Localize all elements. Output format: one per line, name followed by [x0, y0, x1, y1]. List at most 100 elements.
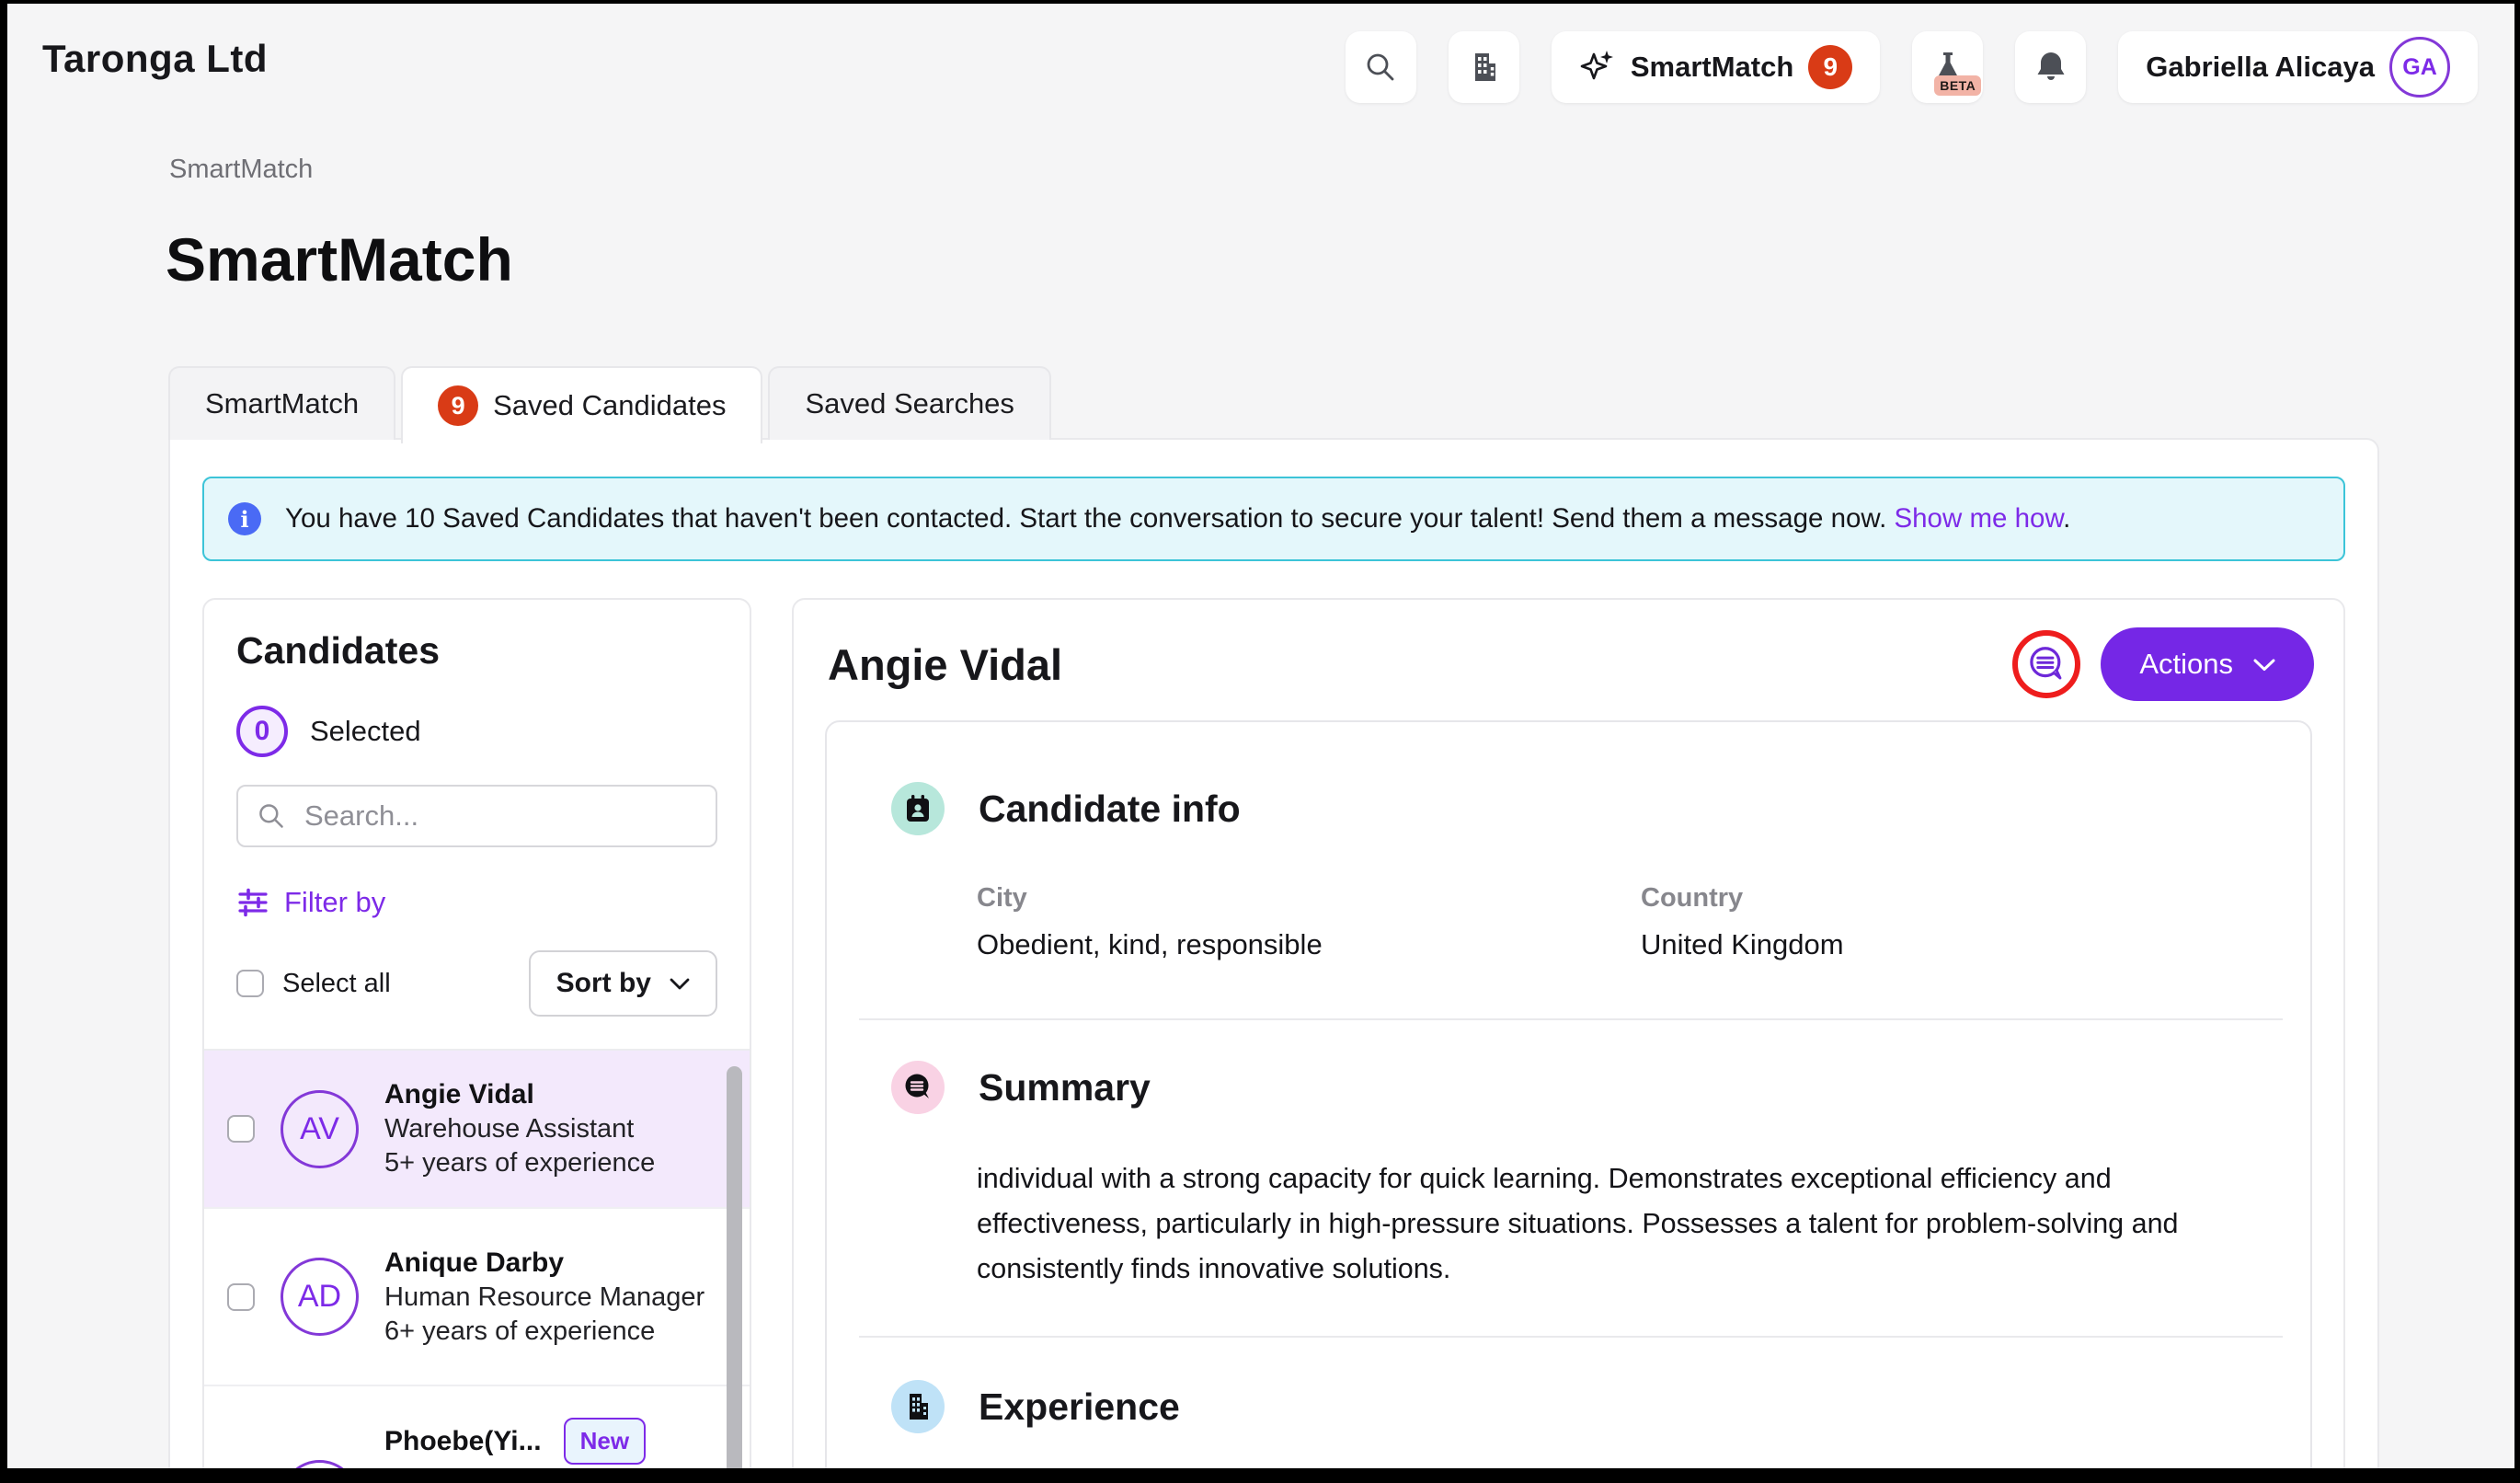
contact-card-icon	[891, 782, 945, 835]
beta-badge: BETA	[1934, 75, 1981, 96]
candidate-text: Phoebe(Yi... New Human Resource	[384, 1418, 646, 1468]
experience-section-header: Experience	[891, 1380, 2310, 1433]
candidate-experience: 6+ years of experience	[384, 1316, 655, 1346]
smartmatch-nav-label: SmartMatch	[1631, 51, 1793, 84]
candidate-row-phoebe[interactable]: Phoebe(Yi... New Human Resource	[204, 1386, 750, 1468]
tab-label: Saved Searches	[805, 387, 1014, 420]
breadcrumb[interactable]: SmartMatch	[169, 155, 313, 185]
candidate-checkbox[interactable]	[227, 1283, 255, 1311]
summary-section-header: Summary	[891, 1061, 2310, 1114]
info-banner: i You have 10 Saved Candidates that have…	[202, 477, 2345, 561]
show-me-how-link[interactable]: Show me how	[1894, 503, 2063, 534]
sort-by-label: Sort by	[556, 968, 651, 999]
filter-sliders-icon	[236, 886, 269, 919]
selected-count-badge: 0	[236, 706, 288, 757]
candidate-row-angie-vidal[interactable]: AV Angie Vidal Warehouse Assistant 5+ ye…	[204, 1051, 750, 1209]
candidate-row-anique-darby[interactable]: AD Anique Darby Human Resource Manager 6…	[204, 1209, 750, 1386]
user-menu[interactable]: Gabriella Alicaya GA	[2118, 31, 2478, 103]
summary-heading: Summary	[979, 1066, 1151, 1109]
candidate-detail-card: Angie Vidal Actions Candidate	[792, 598, 2345, 1468]
candidates-title: Candidates	[236, 629, 750, 673]
tab-bar: SmartMatch 9 Saved Candidates Saved Sear…	[168, 366, 1051, 443]
tab-saved-candidates-badge: 9	[438, 385, 478, 426]
smartmatch-nav-button[interactable]: SmartMatch 9	[1552, 31, 1880, 103]
candidate-avatar: AD	[281, 1258, 359, 1336]
search-icon	[1364, 51, 1397, 84]
new-badge: New	[564, 1418, 646, 1465]
country-label: Country	[1641, 883, 2310, 914]
select-all-label: Select all	[282, 969, 391, 999]
candidate-text: Angie Vidal Warehouse Assistant 5+ years…	[384, 1077, 655, 1180]
banner-text: You have 10 Saved Candidates that haven'…	[285, 503, 2070, 535]
city-value: Obedient, kind, responsible	[977, 928, 1641, 961]
section-divider	[859, 1018, 2283, 1020]
candidate-info-heading: Candidate info	[979, 787, 1241, 831]
building-icon	[1466, 50, 1501, 85]
detail-header: Angie Vidal Actions	[828, 627, 2314, 701]
speech-bubble-icon	[891, 1061, 945, 1114]
select-all-checkbox[interactable]	[236, 970, 264, 997]
tab-saved-searches[interactable]: Saved Searches	[768, 366, 1050, 440]
content-panel: i You have 10 Saved Candidates that have…	[168, 438, 2379, 1468]
candidate-experience: 5+ years of experience	[384, 1148, 655, 1178]
candidate-checkbox[interactable]	[227, 1115, 255, 1143]
candidate-name: Angie Vidal	[384, 1079, 534, 1109]
actions-label: Actions	[2139, 648, 2233, 681]
smartmatch-nav-badge: 9	[1808, 45, 1852, 89]
user-avatar: GA	[2389, 37, 2450, 98]
tab-smartmatch[interactable]: SmartMatch	[168, 366, 395, 440]
banner-suffix: .	[2063, 503, 2070, 534]
summary-text: individual with a strong capacity for qu…	[977, 1156, 2214, 1292]
selected-count-row: 0 Selected	[236, 706, 750, 757]
candidate-list: AV Angie Vidal Warehouse Assistant 5+ ye…	[204, 1049, 750, 1468]
tab-label: SmartMatch	[205, 387, 359, 420]
tab-saved-candidates[interactable]: 9 Saved Candidates	[401, 366, 762, 443]
detail-title: Angie Vidal	[828, 639, 1062, 690]
candidate-detail-sections: Candidate info City Obedient, kind, resp…	[825, 720, 2312, 1468]
company-directory-button[interactable]	[1449, 31, 1519, 103]
filter-by-button[interactable]: Filter by	[236, 886, 750, 919]
building-icon	[891, 1380, 945, 1433]
candidate-text: Anique Darby Human Resource Manager 6+ y…	[384, 1246, 704, 1349]
sparkles-icon	[1579, 49, 1616, 86]
candidate-avatar	[281, 1460, 359, 1468]
labs-beta-button[interactable]: BETA	[1912, 31, 1983, 103]
company-logo: Taronga Ltd	[42, 37, 268, 81]
city-label: City	[977, 883, 1641, 914]
candidate-role: Warehouse Assistant	[384, 1114, 634, 1144]
candidate-role: Human Resource	[384, 1466, 592, 1468]
candidate-info-section-header: Candidate info	[891, 782, 2310, 835]
candidate-search[interactable]	[236, 785, 717, 847]
info-icon: i	[228, 502, 261, 535]
search-button[interactable]	[1346, 31, 1416, 103]
candidates-list-card: Candidates 0 Selected Filter by Select	[202, 598, 751, 1468]
candidate-name: Anique Darby	[384, 1247, 564, 1278]
page-title: SmartMatch	[166, 224, 513, 294]
list-scrollbar[interactable]	[727, 1066, 742, 1468]
select-all-row: Select all Sort by	[236, 950, 717, 1017]
actions-button[interactable]: Actions	[2101, 627, 2314, 701]
chevron-down-icon	[2253, 658, 2275, 672]
tab-label: Saved Candidates	[493, 389, 726, 422]
banner-message: You have 10 Saved Candidates that haven'…	[285, 503, 1886, 534]
app-page: Taronga Ltd SmartMatch 9 BETA	[7, 4, 2514, 1468]
experience-heading: Experience	[979, 1385, 1180, 1429]
candidate-role: Human Resource Manager	[384, 1282, 704, 1312]
sort-by-button[interactable]: Sort by	[529, 950, 717, 1017]
search-icon	[257, 801, 286, 831]
chevron-down-icon	[670, 977, 690, 990]
bell-icon	[2033, 50, 2068, 85]
candidate-name: Phoebe(Yi...	[384, 1424, 542, 1458]
notifications-button[interactable]	[2015, 31, 2086, 103]
section-divider	[859, 1336, 2283, 1338]
search-input[interactable]	[303, 799, 697, 833]
user-name: Gabriella Alicaya	[2146, 51, 2375, 84]
header-actions: SmartMatch 9 BETA Gabriella Alicaya GA	[1346, 31, 2478, 103]
candidate-info-fields: City Obedient, kind, responsible Country…	[977, 883, 2310, 961]
message-button-annotated[interactable]	[2012, 630, 2080, 698]
country-field: Country United Kingdom	[1641, 883, 2310, 961]
screenshot-frame: Taronga Ltd SmartMatch 9 BETA	[0, 0, 2520, 1483]
country-value: United Kingdom	[1641, 928, 2310, 961]
city-field: City Obedient, kind, responsible	[977, 883, 1641, 961]
filter-by-label: Filter by	[284, 886, 385, 919]
